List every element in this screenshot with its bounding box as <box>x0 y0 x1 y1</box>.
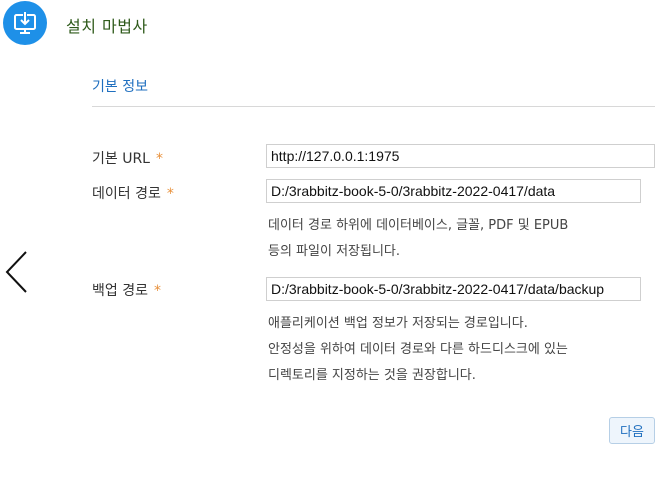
required-mark: * <box>156 151 163 167</box>
download-install-icon <box>3 1 47 45</box>
wizard-header: 설치 마법사 <box>0 0 659 52</box>
data-path-help: 데이터 경로 하위에 데이터베이스, 글꼴, PDF 및 EPUB 등의 파일이… <box>268 218 569 259</box>
base-url-input[interactable] <box>266 144 655 168</box>
wizard-content: 기본 정보 기본 URL* 데이터 경로* 데이터 경로 하위에 데이터베이스,… <box>0 52 659 499</box>
section-title: 기본 정보 <box>92 79 148 95</box>
base-url-label: 기본 URL * <box>92 151 163 167</box>
backup-path-label: 백업 경로 * <box>92 283 161 299</box>
data-path-input[interactable] <box>266 179 641 203</box>
data-path-label: 데이터 경로 * <box>92 186 174 202</box>
wizard-title: 설치 마법사 <box>66 17 148 36</box>
backup-path-help: 애플리케이션 백업 정보가 저장되는 경로입니다. 안정성을 위하여 데이터 경… <box>268 316 568 383</box>
section-divider <box>92 106 655 107</box>
backup-path-input[interactable] <box>266 277 641 301</box>
chevron-left-icon[interactable] <box>4 250 30 294</box>
required-mark: * <box>166 186 174 202</box>
next-button[interactable]: 다음 <box>609 417 655 444</box>
required-mark: * <box>153 283 161 299</box>
